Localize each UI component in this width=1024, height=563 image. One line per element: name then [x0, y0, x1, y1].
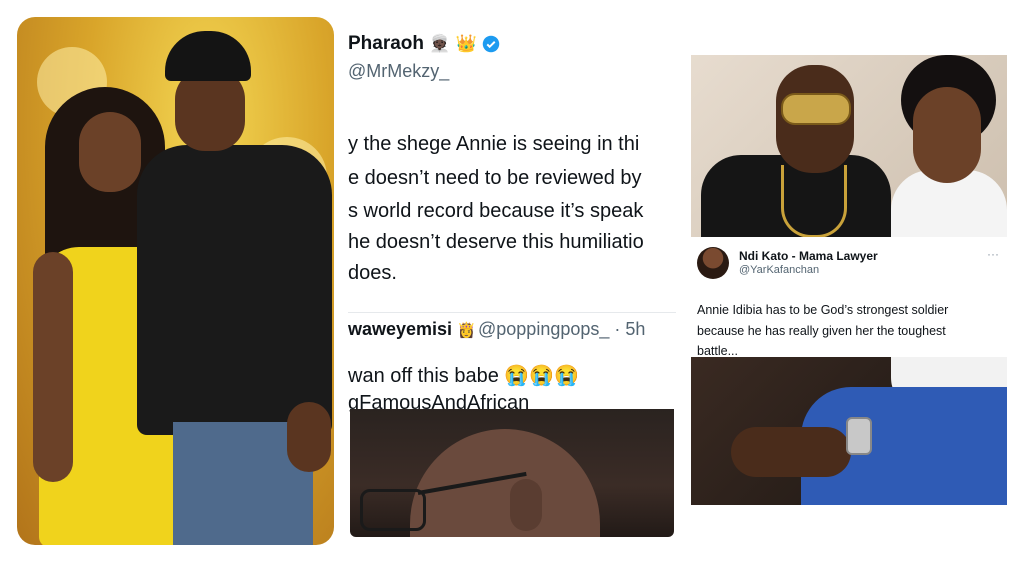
right-collage-panel: Ndi Kato - Mama Lawyer @YarKafanchan ···…: [691, 17, 1007, 545]
crown-emoji-icon: 👸: [457, 322, 476, 340]
black-cap: [165, 31, 251, 81]
quoted-author-name: waweyemisi: [348, 319, 453, 339]
couple-photo-top: [691, 55, 1007, 237]
quoted-media-image[interactable]: [350, 409, 674, 537]
tweet-author-name[interactable]: Ndi Kato - Mama Lawyer: [739, 249, 878, 263]
tweet-text-line: Annie Idibia has to be God’s strongest s…: [697, 303, 949, 317]
hands-photo-bottom: [691, 357, 1007, 505]
man-face: [175, 69, 245, 151]
gold-sunglasses: [781, 93, 851, 125]
tweet-handle[interactable]: @YarKafanchan: [739, 264, 819, 276]
verified-badge-icon: [482, 35, 500, 53]
person-emoji-icon: 👳🏿: [429, 33, 451, 53]
tweet-handle[interactable]: @MrMekzy_: [348, 61, 449, 82]
avatar[interactable]: [697, 247, 729, 279]
woman-arm: [33, 252, 73, 482]
woman-face: [79, 112, 141, 192]
tweet-text-line: because he has really given her the toug…: [697, 324, 946, 338]
embedded-tweet: Ndi Kato - Mama Lawyer @YarKafanchan ···…: [691, 237, 1007, 377]
woman-face: [913, 87, 981, 183]
hand: [731, 427, 851, 477]
left-photo-panel: [17, 17, 334, 545]
man-hand: [287, 402, 331, 472]
tweet-screenshot-panel: Pharaoh 👳🏿 👑 @MrMekzy_ y the shege Annie…: [348, 17, 676, 545]
tweet-text-line: s world record because it’s speak: [348, 200, 644, 222]
tweet-text-line: battle...: [697, 344, 738, 358]
divider: [348, 312, 676, 313]
ear: [510, 479, 542, 531]
watch: [846, 417, 872, 455]
tweet-text-line: he doesn’t deserve this humiliatio: [348, 231, 644, 253]
quoted-text-line: wan off this babe 😭😭😭: [348, 365, 580, 387]
more-options-icon[interactable]: ···: [987, 247, 999, 261]
black-shirt: [137, 145, 332, 435]
quoted-time: · 5h: [614, 319, 646, 339]
quoted-author[interactable]: waweyemisi 👸: [348, 319, 476, 340]
bald-head: [410, 429, 600, 537]
tweet-text-line: does.: [348, 262, 397, 284]
glasses: [360, 489, 426, 531]
quoted-meta: @poppingpops_ · 5h: [478, 319, 645, 340]
tweet-text-line: e doesn’t need to be reviewed by: [348, 167, 642, 189]
tweet-author-name: Pharaoh: [348, 33, 425, 54]
tweet-author[interactable]: Pharaoh 👳🏿 👑: [348, 33, 500, 55]
quoted-handle[interactable]: @poppingpops_: [478, 319, 609, 339]
crown-emoji-icon: 👑: [455, 33, 477, 53]
tweet-text-line: y the shege Annie is seeing in thi: [348, 133, 640, 155]
gold-chain: [781, 165, 847, 237]
